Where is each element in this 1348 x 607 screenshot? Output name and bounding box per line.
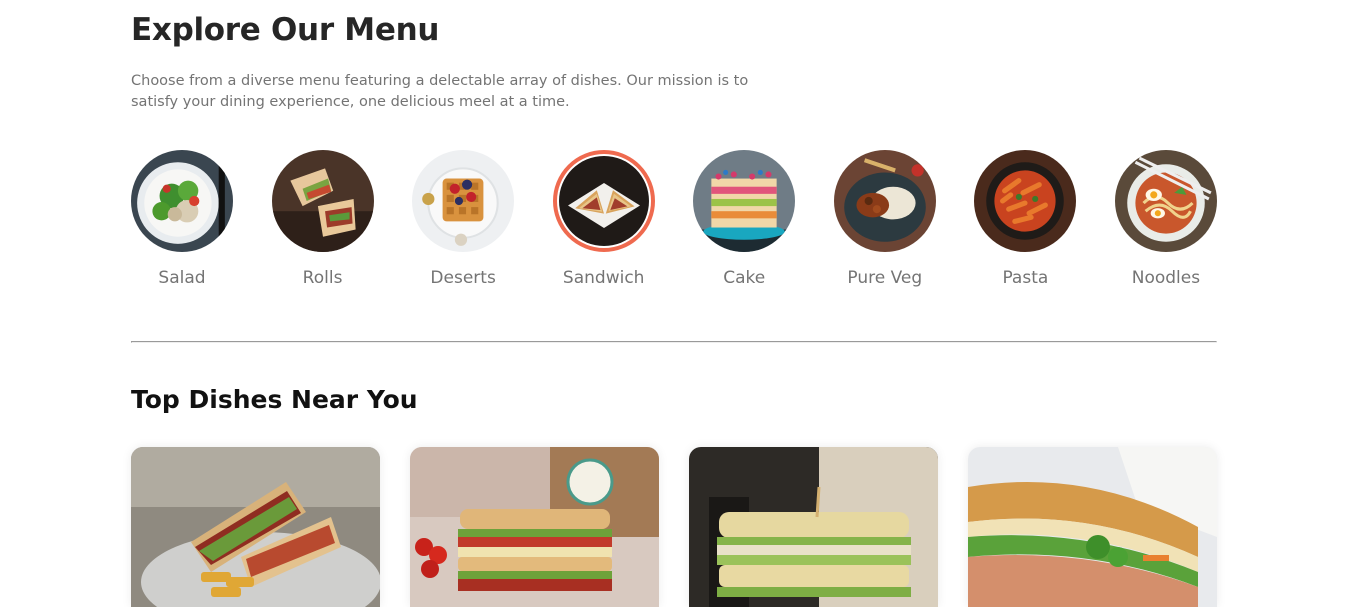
menu-category-list: Salad Rolls Deserts Sandwich Cake Pure V…	[131, 150, 1217, 300]
menu-item-label: Noodles	[1131, 268, 1201, 288]
food-card-image	[410, 447, 659, 607]
top-dishes-title: Top Dishes Near You	[131, 385, 418, 414]
menu-item-deserts[interactable]: Deserts	[412, 150, 515, 300]
menu-item-label: Deserts	[430, 268, 496, 288]
menu-item-label: Sandwich	[562, 268, 645, 288]
menu-item-label: Salad	[158, 268, 206, 288]
food-card[interactable]	[131, 447, 380, 607]
food-card[interactable]	[410, 447, 659, 607]
pure-veg-image[interactable]	[833, 150, 936, 252]
deserts-image[interactable]	[412, 150, 515, 252]
menu-item-pure-veg[interactable]: Pure Veg	[833, 150, 936, 300]
sandwich-image[interactable]	[552, 150, 655, 252]
pasta-image[interactable]	[974, 150, 1077, 252]
rolls-image[interactable]	[271, 150, 374, 252]
menu-item-salad[interactable]: Salad	[131, 150, 233, 300]
food-card-image	[968, 447, 1217, 607]
noodles-image[interactable]	[1114, 150, 1217, 252]
section-divider	[131, 341, 1217, 343]
cake-image[interactable]	[693, 150, 796, 252]
menu-item-cake[interactable]: Cake	[693, 150, 796, 300]
menu-item-noodles[interactable]: Noodles	[1114, 150, 1217, 300]
menu-item-pasta[interactable]: Pasta	[974, 150, 1077, 300]
menu-item-sandwich[interactable]: Sandwich	[552, 150, 655, 300]
food-card[interactable]	[968, 447, 1217, 607]
menu-item-label: Rolls	[302, 268, 343, 288]
menu-item-label: Pure Veg	[847, 268, 923, 288]
food-card-list	[131, 447, 1217, 607]
food-card[interactable]	[689, 447, 938, 607]
menu-item-label: Pasta	[1002, 268, 1049, 288]
menu-item-rolls[interactable]: Rolls	[271, 150, 374, 300]
menu-item-label: Cake	[723, 268, 766, 288]
menu-description: Choose from a diverse menu featuring a d…	[131, 73, 749, 110]
food-card-image	[689, 447, 938, 607]
page-title: Explore Our Menu	[131, 12, 440, 48]
food-card-image	[131, 447, 380, 607]
salad-image[interactable]	[131, 150, 233, 252]
